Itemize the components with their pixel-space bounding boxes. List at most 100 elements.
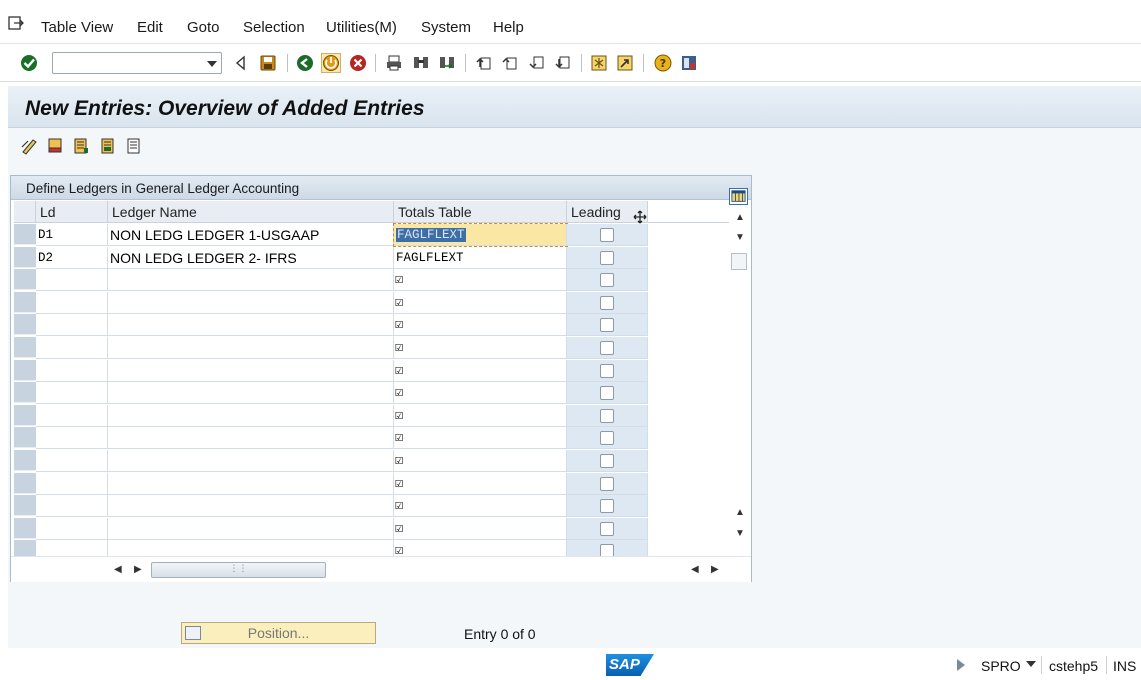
leading-checkbox[interactable] (600, 522, 614, 536)
status-mode[interactable]: INS (1113, 658, 1136, 674)
leading-checkbox[interactable] (600, 454, 614, 468)
menu-app-icon[interactable] (8, 16, 24, 30)
ledger-name-field[interactable] (108, 473, 394, 495)
select-all-icon[interactable] (71, 136, 91, 156)
delete-row-icon[interactable] (45, 136, 65, 156)
status-expand-icon[interactable] (957, 659, 965, 671)
row-selector[interactable] (14, 450, 36, 471)
scroll-left-arrow[interactable]: ◀ (114, 564, 122, 575)
row-selector[interactable] (14, 405, 36, 426)
cancel-icon[interactable] (348, 53, 368, 73)
ledger-code-field[interactable] (36, 360, 108, 382)
select-block-icon[interactable] (98, 136, 118, 156)
leading-checkbox[interactable] (600, 251, 614, 265)
row-selector[interactable] (14, 382, 36, 403)
row-selector[interactable] (14, 337, 36, 358)
horizontal-scrollbar[interactable]: ◀ ▶ ⋮⋮ ◀ ▶ (11, 556, 751, 582)
menu-table-view[interactable]: Table View (41, 19, 113, 36)
scroll-up-arrow[interactable]: ▲ (735, 212, 745, 223)
vertical-scrollbar[interactable]: ▲ ▼ ▲ ▼ (729, 188, 751, 556)
find-next-icon[interactable] (437, 53, 457, 73)
totals-table-field[interactable]: ☑ (394, 495, 567, 517)
leading-checkbox[interactable] (600, 228, 614, 242)
leading-checkbox[interactable] (600, 477, 614, 491)
totals-table-field[interactable]: ☑ (394, 337, 567, 359)
column-header-totals-table[interactable]: Totals Table (394, 201, 567, 223)
print-icon[interactable] (384, 53, 404, 73)
menu-edit[interactable]: Edit (137, 19, 163, 36)
deselect-all-icon[interactable] (124, 136, 144, 156)
ledger-name-field[interactable] (108, 495, 394, 517)
scroll-right-arrow[interactable]: ▶ (134, 564, 142, 575)
leading-checkbox[interactable] (600, 364, 614, 378)
position-button[interactable]: Position... (181, 622, 376, 644)
back-icon[interactable] (295, 53, 315, 73)
menu-goto[interactable]: Goto (187, 19, 220, 36)
totals-table-field[interactable]: ☑ (394, 360, 567, 382)
help-icon[interactable]: ? (653, 53, 673, 73)
totals-table-field[interactable]: ☑ (394, 405, 567, 427)
ledger-name-field[interactable] (108, 382, 394, 404)
ledger-code-field[interactable] (36, 314, 108, 336)
first-page-icon[interactable] (474, 53, 494, 73)
ledger-code-field[interactable] (36, 518, 108, 540)
totals-table-field[interactable]: ☑ (394, 473, 567, 495)
create-session-icon[interactable] (589, 53, 609, 73)
column-header-ledger-name[interactable]: Ledger Name (108, 201, 394, 223)
totals-table-field[interactable]: ☑ (394, 518, 567, 540)
status-transaction[interactable]: SPRO (981, 658, 1021, 674)
shortcut-icon[interactable] (615, 53, 635, 73)
row-selector[interactable] (14, 495, 36, 516)
table-settings-icon[interactable] (729, 188, 748, 205)
menu-help[interactable]: Help (493, 19, 524, 36)
ledger-name-field[interactable] (108, 427, 394, 449)
ledger-name-field[interactable] (108, 405, 394, 427)
ledger-code-field[interactable] (36, 337, 108, 359)
leading-checkbox[interactable] (600, 409, 614, 423)
back-arrow-left-icon[interactable] (231, 53, 251, 73)
next-page-icon[interactable] (527, 53, 547, 73)
ledger-code-field[interactable] (36, 427, 108, 449)
totals-table-field[interactable]: ☑ (394, 314, 567, 336)
scroll-down-arrow[interactable]: ▼ (735, 232, 745, 243)
row-selector[interactable] (14, 292, 36, 313)
change-display-icon[interactable] (19, 136, 39, 156)
scroll-left-arrow-right-pane[interactable]: ◀ (691, 564, 699, 575)
vertical-scroll-thumb[interactable] (731, 253, 747, 270)
ledger-code-field[interactable] (36, 495, 108, 517)
menu-system[interactable]: System (421, 19, 471, 36)
leading-checkbox[interactable] (600, 273, 614, 287)
ledger-code-field[interactable] (36, 382, 108, 404)
scroll-right-arrow-right-pane[interactable]: ▶ (711, 564, 719, 575)
ledger-name-field[interactable] (108, 337, 394, 359)
totals-table-field[interactable]: ☑ (394, 269, 567, 291)
column-header-ld[interactable]: Ld (36, 201, 108, 223)
customize-layout-icon[interactable] (679, 53, 699, 73)
totals-table-field[interactable]: ☑ (394, 382, 567, 404)
ledger-name-field[interactable] (108, 292, 394, 314)
ledger-code-field[interactable] (36, 450, 108, 472)
leading-checkbox[interactable] (600, 341, 614, 355)
totals-table-field[interactable]: ☑ (394, 292, 567, 314)
totals-table-field-selected[interactable]: FAGLFLEXT (393, 223, 568, 247)
ledger-code-field[interactable]: D1 (36, 224, 108, 246)
leading-checkbox[interactable] (600, 318, 614, 332)
row-selector[interactable] (14, 427, 36, 448)
leading-checkbox[interactable] (600, 431, 614, 445)
totals-table-field[interactable]: ☑ (394, 427, 567, 449)
totals-table-field[interactable]: ☑ (394, 450, 567, 472)
row-selector[interactable] (14, 247, 36, 268)
row-selector[interactable] (14, 269, 36, 290)
save-icon[interactable] (258, 53, 278, 73)
ledger-name-field[interactable] (108, 269, 394, 291)
leading-checkbox[interactable] (600, 296, 614, 310)
row-selector[interactable] (14, 314, 36, 335)
ledger-name-field[interactable]: NON LEDG LEDGER 2- IFRS (108, 247, 394, 269)
command-field[interactable] (52, 52, 222, 74)
ledger-name-field[interactable] (108, 518, 394, 540)
select-all-header[interactable] (14, 201, 36, 223)
scroll-page-down-arrow[interactable]: ▼ (735, 528, 745, 539)
row-selector[interactable] (14, 473, 36, 494)
horizontal-scroll-thumb[interactable]: ⋮⋮ (151, 562, 326, 578)
last-page-icon[interactable] (553, 53, 573, 73)
